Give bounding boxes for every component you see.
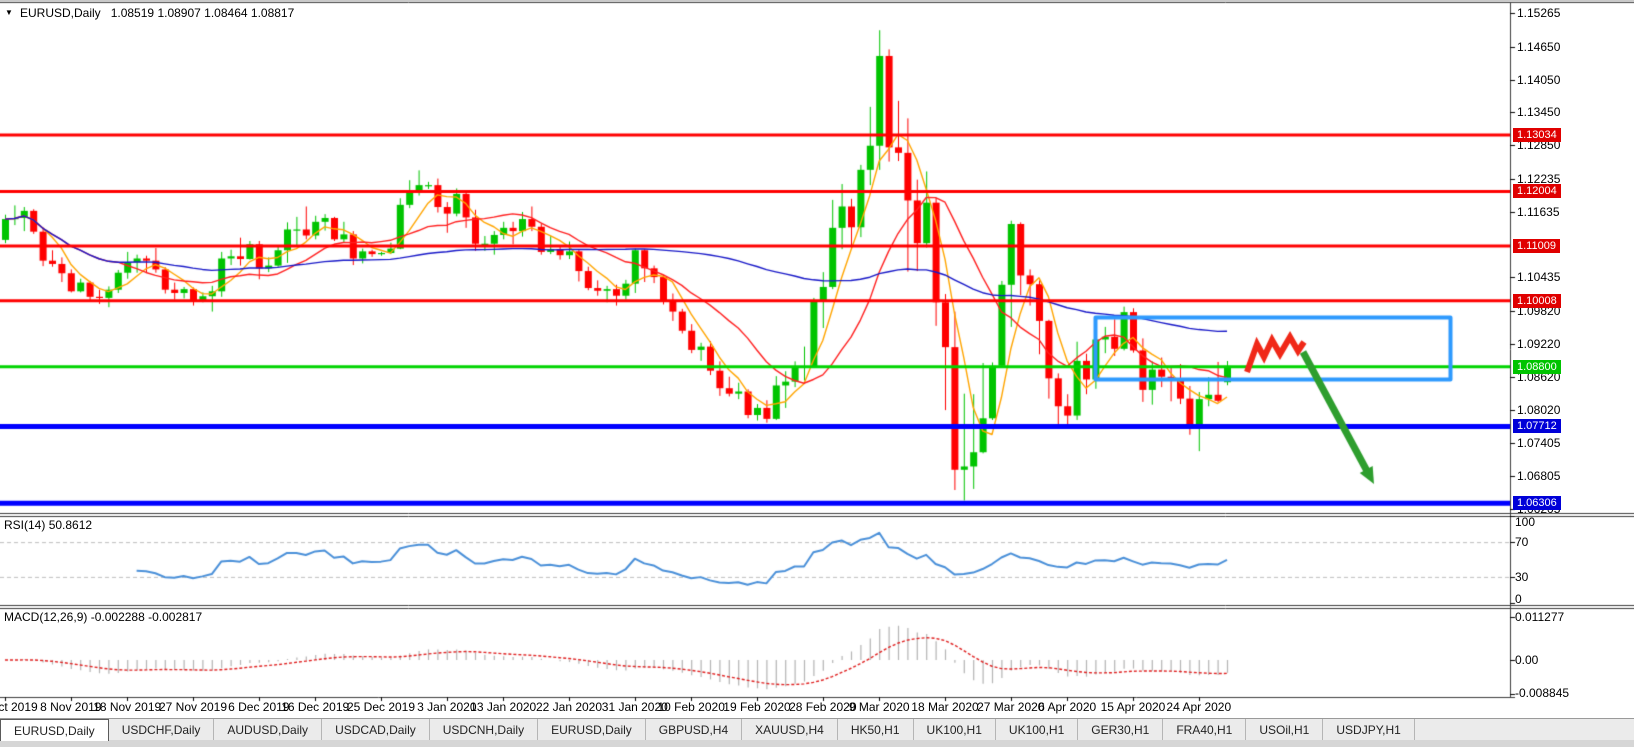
rsi-axis-label: 70 — [1515, 535, 1528, 549]
chart-tab-label: USOil,H1 — [1259, 723, 1309, 737]
chart-tab[interactable]: FRA40,H1 — [1163, 719, 1246, 741]
chart-tab-label: HK50,H1 — [851, 723, 900, 737]
chart-tab[interactable]: EURUSD,Daily — [0, 719, 109, 741]
price-axis-label: 1.10435 — [1517, 270, 1560, 284]
ohlc-low: 1.08464 — [204, 6, 247, 20]
price-axis-label: 1.09220 — [1517, 337, 1560, 351]
chart-tab-label: UK100,H1 — [927, 723, 982, 737]
rsi-current-value: 50.8612 — [49, 518, 92, 532]
date-axis-label: 24 Apr 2020 — [1166, 700, 1231, 714]
chart-tab[interactable]: USDCAD,Daily — [322, 719, 430, 741]
chart-tab-label: USDCAD,Daily — [335, 723, 416, 737]
ohlc-high: 1.08907 — [157, 6, 200, 20]
chart-tab[interactable]: USOil,H1 — [1246, 719, 1323, 741]
chart-tab[interactable]: USDCNH,Daily — [430, 719, 538, 741]
macd-indicator-name: MACD(12,26,9) — [4, 610, 87, 624]
macd-axis-label: 0.011277 — [1515, 610, 1564, 624]
price-level-badge: 1.12004 — [1513, 184, 1561, 198]
date-axis-label: 18 Nov 2019 — [93, 700, 161, 714]
window-top-edge — [0, 0, 1634, 2]
chart-tab[interactable]: USDCHF,Daily — [109, 719, 215, 741]
price-axis-label: 1.14650 — [1517, 40, 1560, 54]
date-axis-label: 15 Apr 2020 — [1101, 700, 1166, 714]
chart-tab[interactable]: HK50,H1 — [838, 719, 914, 741]
date-axis-label: 27 Nov 2019 — [159, 700, 227, 714]
chart-tab[interactable]: EURUSD,Daily — [538, 719, 646, 741]
price-axis-label: 1.07405 — [1517, 436, 1560, 450]
price-level-badge: 1.11009 — [1513, 239, 1560, 253]
date-axis-label: 27 Mar 2020 — [977, 700, 1044, 714]
macd-axis-label: 0.00 — [1515, 653, 1538, 667]
date-axis-label: 30 Oct 2019 — [0, 700, 38, 714]
date-axis-label: 3 Jan 2020 — [417, 700, 476, 714]
price-level-badge: 1.08800 — [1513, 360, 1561, 374]
price-axis-label: 1.06805 — [1517, 469, 1560, 483]
date-axis-label: 13 Jan 2020 — [470, 700, 536, 714]
chart-tab-label: USDCHF,Daily — [122, 723, 201, 737]
price-level-badge: 1.13034 — [1513, 128, 1561, 142]
date-axis-label: 18 Mar 2020 — [911, 700, 978, 714]
date-axis-label: 16 Dec 2019 — [281, 700, 349, 714]
date-axis-label: 9 Mar 2020 — [849, 700, 910, 714]
price-axis-label: 1.11635 — [1517, 205, 1560, 219]
price-axis-label: 1.13450 — [1517, 105, 1560, 119]
chart-title: EURUSD,Daily 1.08519 1.08907 1.08464 1.0… — [20, 6, 294, 20]
date-axis-label: 28 Feb 2020 — [789, 700, 856, 714]
chart-tab[interactable]: UK100,H1 — [914, 719, 996, 741]
chart-tab-label: EURUSD,Daily — [551, 723, 632, 737]
chart-dropdown-icon[interactable]: ▼ — [5, 8, 13, 17]
macd-current-values: -0.002288 -0.002817 — [91, 610, 202, 624]
date-axis-label: 6 Apr 2020 — [1038, 700, 1096, 714]
price-level-badge: 1.10008 — [1513, 294, 1561, 308]
chart-tab-label: GER30,H1 — [1091, 723, 1149, 737]
ohlc-open: 1.08519 — [111, 6, 154, 20]
date-axis-label: 25 Dec 2019 — [347, 700, 415, 714]
ohlc-close: 1.08817 — [251, 6, 294, 20]
chart-tab-label: EURUSD,Daily — [14, 724, 95, 738]
window-bottom-edge — [0, 740, 1634, 747]
rsi-axis-label: 0 — [1515, 592, 1522, 606]
price-axis-label: 1.08020 — [1517, 403, 1560, 417]
chart-tab-label: USDCNH,Daily — [443, 723, 524, 737]
chart-tab-label: XAUUSD,H4 — [755, 723, 824, 737]
chart-tab[interactable]: AUDUSD,Daily — [214, 719, 322, 741]
chart-tab[interactable]: UK100,H1 — [996, 719, 1078, 741]
chart-tab-label: UK100,H1 — [1009, 723, 1064, 737]
chart-tab-label: AUDUSD,Daily — [227, 723, 308, 737]
chart-tab-label: FRA40,H1 — [1176, 723, 1232, 737]
chart-tab[interactable]: GBPUSD,H4 — [646, 719, 742, 741]
price-axis-label: 1.14050 — [1517, 73, 1560, 87]
rsi-label: RSI(14) 50.8612 — [4, 518, 92, 532]
chart-tab-label: GBPUSD,H4 — [659, 723, 728, 737]
price-axis-label: 1.15265 — [1517, 6, 1560, 20]
chart-tab-label: USDJPY,H1 — [1336, 723, 1400, 737]
chart-tab-bar: EURUSD,Daily USDCHF,Daily AUDUSD,Daily USDC… — [0, 718, 1634, 741]
price-level-badge: 1.07712 — [1513, 419, 1561, 433]
chart-tab[interactable]: USDJPY,H1 — [1323, 719, 1414, 741]
macd-axis-label: -0.008845 — [1515, 686, 1569, 700]
date-axis-label: 22 Jan 2020 — [536, 700, 602, 714]
macd-label: MACD(12,26,9) -0.002288 -0.002817 — [4, 610, 202, 624]
symbol-timeframe-label: EURUSD,Daily — [20, 6, 101, 20]
rsi-indicator-name: RSI(14) — [4, 518, 45, 532]
chart-tab[interactable]: XAUUSD,H4 — [742, 719, 838, 741]
terminal-window: ▼ EURUSD,Daily 1.08519 1.08907 1.08464 1… — [0, 0, 1634, 747]
date-axis-label: 19 Feb 2020 — [723, 700, 790, 714]
chart-tab[interactable]: GER30,H1 — [1078, 719, 1163, 741]
chart-canvas[interactable] — [0, 0, 1634, 747]
price-level-badge: 1.06306 — [1513, 496, 1561, 510]
rsi-axis-label: 30 — [1515, 570, 1528, 584]
rsi-axis-label: 100 — [1515, 515, 1535, 529]
date-axis-label: 10 Feb 2020 — [657, 700, 724, 714]
